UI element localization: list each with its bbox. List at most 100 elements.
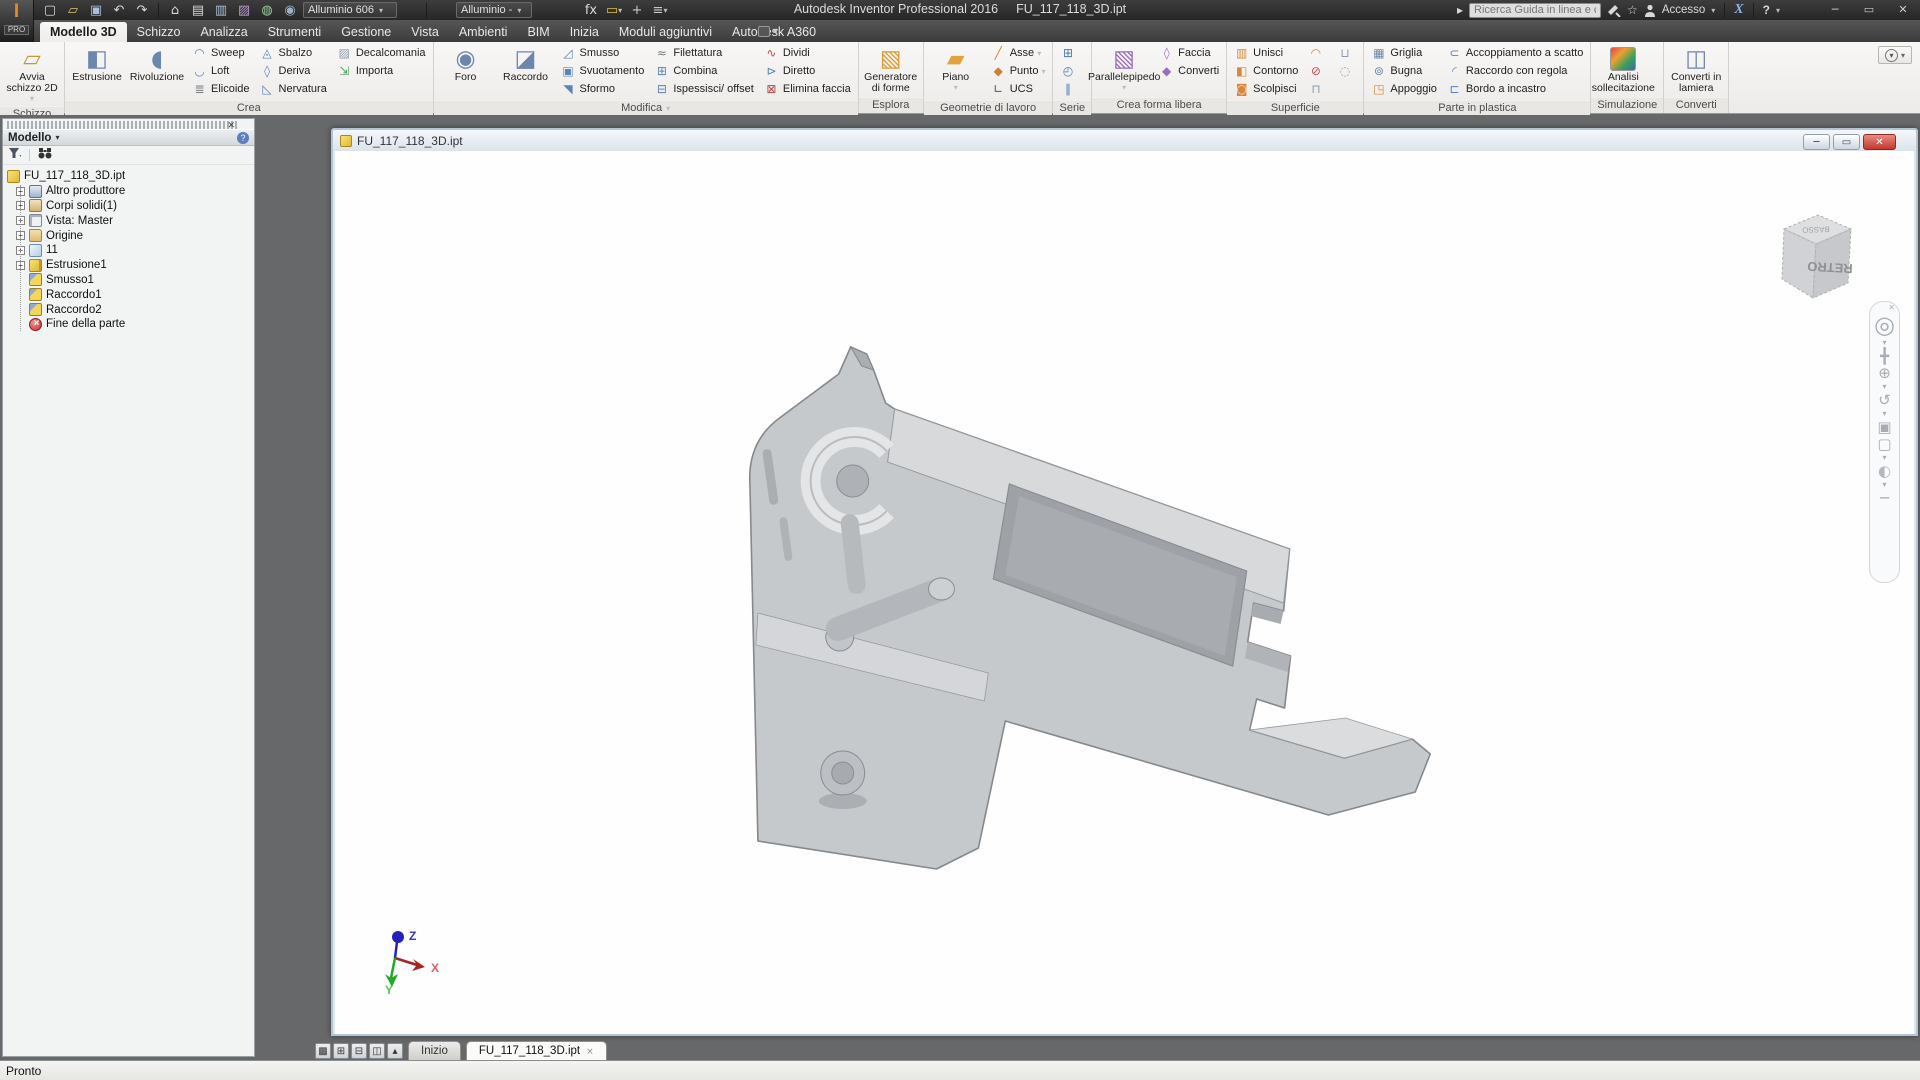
account-person-icon[interactable] (1644, 4, 1656, 17)
collapse-icon[interactable]: ─ (1880, 491, 1889, 506)
tree-item-altro-produttore[interactable]: +Altro produttore (3, 184, 254, 199)
panel-header[interactable]: Modello ▾ ? (3, 129, 254, 146)
help-dropdown-icon[interactable]: ▾ (1776, 6, 1780, 15)
appearance-ball-icon[interactable] (433, 2, 453, 19)
chevron-down-icon[interactable]: ▾ (1882, 339, 1886, 347)
minimize-button[interactable]: ─ (1818, 0, 1852, 19)
tab-strumenti[interactable]: Strumenti (258, 22, 332, 42)
piano-button[interactable]: ▰Piano▾ (927, 44, 985, 93)
views-icon[interactable]: ▢ (1877, 437, 1891, 452)
appearance-select[interactable]: Alluminio -▾ (456, 2, 532, 18)
smusso-button[interactable]: ◿Smusso (557, 44, 649, 62)
orbit-icon[interactable]: ↺ (1878, 393, 1891, 408)
importa-button[interactable]: ⇲Importa (333, 62, 430, 80)
panel-grip[interactable]: ✕ (7, 121, 238, 129)
presence-icon[interactable]: ◍ (257, 2, 277, 19)
raccordo-con-regola-button[interactable]: ◜Raccordo con regola (1443, 62, 1587, 80)
filter-icon[interactable] (9, 146, 21, 164)
shade-icon[interactable]: ◐ (1878, 464, 1891, 479)
panel-title-dropdown-icon[interactable]: ▾ (55, 133, 59, 142)
undo-icon[interactable]: ↶ (109, 2, 129, 19)
faccia-button[interactable]: ◊Faccia (1155, 44, 1223, 62)
clear-appearance-icon[interactable] (558, 2, 578, 19)
loft-button[interactable]: ◡Loft (188, 62, 254, 80)
layout-icon[interactable]: ≡▾ (650, 2, 670, 19)
foro-button[interactable]: ◉Foro (437, 44, 495, 84)
lookat-icon[interactable]: ▣ (1877, 420, 1891, 435)
converti-in-lamiera-button[interactable]: ◫Converti in lamiera (1667, 44, 1725, 95)
document-titlebar[interactable]: FU_117_118_3D.ipt (333, 130, 1916, 151)
ripara-superficie-button[interactable]: ◌ (1333, 62, 1360, 80)
taglia-superficie-button[interactable]: ⊘ (1304, 62, 1331, 80)
tab-gestione[interactable]: Gestione (331, 22, 401, 42)
combina-button[interactable]: ⊞Combina (650, 62, 758, 80)
griglia-button[interactable]: ▦Griglia (1367, 44, 1441, 62)
sostituisci-faccia-button[interactable]: ⊓ (1304, 80, 1331, 98)
tab-schizzo[interactable]: Schizzo (127, 22, 191, 42)
group-label-crea-forma-libera[interactable]: Crea forma libera (1092, 97, 1226, 113)
estendi-superficie-button[interactable]: ⊔ (1333, 44, 1360, 62)
accoppiamento-a-scatto-button[interactable]: ⊂Accoppiamento a scatto (1443, 44, 1587, 62)
doc-minimize-button[interactable]: ─ (1803, 134, 1830, 150)
panel-help-icon[interactable]: ? (237, 132, 249, 144)
open-icon[interactable]: ▱ (63, 2, 83, 19)
serie-rettangolare-button[interactable]: ⊞ (1056, 44, 1083, 62)
tree-item-fu-117-118-3d-ipt[interactable]: FU_117_118_3D.ipt (3, 169, 254, 184)
expand-search-icon[interactable]: ▸ (1457, 3, 1463, 17)
restore-button[interactable]: ▭ (1852, 0, 1886, 19)
tab-ambienti[interactable]: Ambienti (449, 22, 518, 42)
raccorda-superficie-button[interactable]: ◠ (1304, 44, 1331, 62)
chevron-down-icon[interactable]: ▾ (1882, 454, 1886, 462)
chevron-down-icon[interactable]: ▾ (1882, 481, 1886, 489)
ribbon-display-toggle[interactable]: ▾ (758, 23, 788, 39)
group-label-superficie[interactable]: Superficie (1227, 100, 1363, 116)
contorno-button[interactable]: ◧Contorno (1230, 62, 1302, 80)
group-label-serie[interactable]: Serie (1053, 100, 1091, 116)
elimina-faccia-button[interactable]: ⊠Elimina faccia (760, 80, 855, 98)
cascade-windows-icon[interactable]: ▩ (315, 1043, 331, 1059)
nervatura-button[interactable]: ◺Nervatura (256, 80, 331, 98)
ucs-button[interactable]: ∟UCS (987, 80, 1050, 98)
material-select[interactable]: Alluminio 606▾ (303, 2, 397, 18)
converti-button[interactable]: ◆Converti (1155, 62, 1223, 80)
tab-modello-3d[interactable]: Modello 3D (40, 22, 127, 42)
favorites-star-icon[interactable]: ☆ (1627, 3, 1638, 17)
find-icon[interactable] (38, 146, 52, 164)
close-button[interactable]: ✕ (1886, 0, 1920, 19)
panel-close-icon[interactable]: ✕ (227, 122, 235, 130)
viewcube[interactable]: BASSO RETRO (1756, 203, 1872, 319)
tab-close-icon[interactable]: × (586, 1047, 594, 1057)
new-file-icon[interactable]: ▢ (40, 2, 60, 19)
punto-button[interactable]: ◆Punto▾ (987, 62, 1050, 80)
expand-tabs-icon[interactable]: ▴ (387, 1043, 403, 1059)
doc-restore-button[interactable]: ▭ (1833, 134, 1860, 150)
chevron-down-icon[interactable]: ▾ (1882, 410, 1886, 418)
part-model-3d[interactable] (335, 151, 1914, 1034)
navigation-wheel-icon[interactable]: ◎ (1874, 313, 1895, 337)
sformo-button[interactable]: ◥Sformo (557, 80, 649, 98)
home-icon[interactable]: ⌂ (165, 2, 185, 19)
tree-item-raccordo1[interactable]: Raccordo1 (3, 287, 254, 302)
help-globe-icon[interactable]: ◉ (280, 2, 300, 19)
scolpisci-button[interactable]: ◙Scolpisci (1230, 80, 1302, 98)
viewcube-front-label[interactable]: RETRO (1807, 259, 1853, 276)
dividi-button[interactable]: ∿Dividi (760, 44, 855, 62)
group-label-simulazione[interactable]: Simulazione (1591, 97, 1663, 113)
document-tab-inizio[interactable]: Inizio (408, 1041, 461, 1060)
group-label-parte-in-plastica[interactable]: Parte in plastica (1364, 100, 1590, 116)
tab-inizia[interactable]: Inizia (560, 22, 609, 42)
render-image-icon[interactable]: ▨ (234, 2, 254, 19)
adjust-appearance-icon[interactable] (535, 2, 555, 19)
asse-button[interactable]: ╱Asse▾ (987, 44, 1050, 62)
display-settings-icon[interactable]: ▥ (211, 2, 231, 19)
generatore-di-forme-button[interactable]: ▧Generatore di forme (862, 44, 920, 95)
fx-parameters-icon[interactable]: fx (581, 2, 601, 19)
redo-icon[interactable]: ↷ (132, 2, 152, 19)
document-tab-fu-117-118-3d-ipt[interactable]: FU_117_118_3D.ipt× (466, 1041, 607, 1060)
inventor-logo[interactable]: I PRO (0, 0, 34, 42)
account-dropdown-icon[interactable]: ▾ (1711, 6, 1715, 15)
tree-item-estrusione1[interactable]: +Estrusione1 (3, 258, 254, 273)
appoggio-button[interactable]: ◳Appoggio (1367, 80, 1441, 98)
account-label[interactable]: Accesso (1662, 4, 1705, 16)
serie-speculare-button[interactable]: ∥ (1056, 80, 1083, 98)
